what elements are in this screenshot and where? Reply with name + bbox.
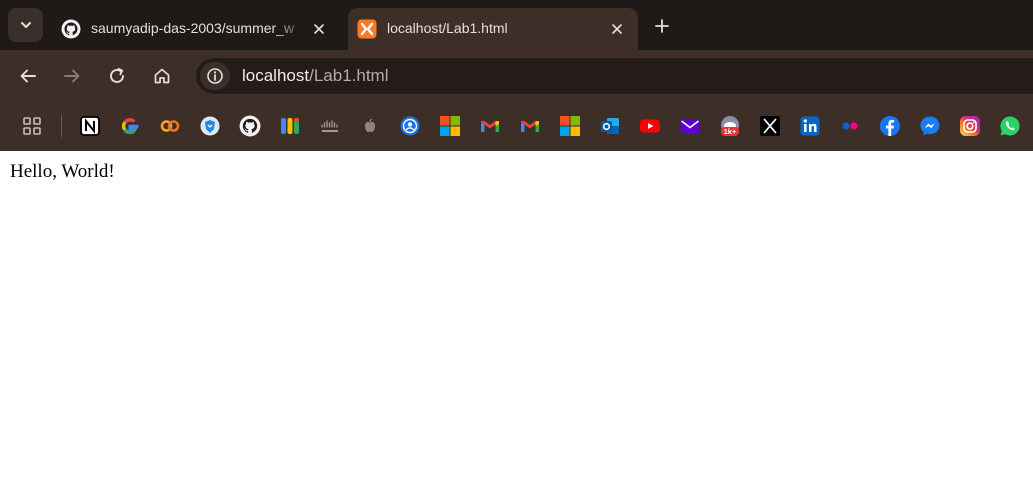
address-bar[interactable]: localhost/Lab1.html xyxy=(196,58,1033,94)
bookmark-brave[interactable] xyxy=(198,114,222,138)
svg-text:1k+: 1k+ xyxy=(724,127,737,136)
microsoft-icon xyxy=(440,116,460,136)
bookmark-flickr[interactable] xyxy=(838,114,862,138)
toolbar: localhost/Lab1.html xyxy=(0,50,1033,102)
info-icon xyxy=(207,68,223,84)
bookmark-google-meet[interactable] xyxy=(278,114,302,138)
bookmark-reddit[interactable]: 1k+ xyxy=(718,114,742,138)
account-icon xyxy=(400,116,420,136)
reload-button[interactable] xyxy=(102,61,132,91)
reddit-icon: 1k+ xyxy=(721,116,739,136)
outlook-icon xyxy=(601,118,619,134)
instagram-icon xyxy=(960,116,980,136)
tab-github[interactable]: saumyadip-das-2003/summer_w xyxy=(52,8,340,50)
youtube-icon xyxy=(640,119,660,133)
bookmark-apple[interactable] xyxy=(358,114,382,138)
brave-icon xyxy=(200,116,220,136)
bookmark-microsoft[interactable] xyxy=(438,114,462,138)
google-icon xyxy=(121,118,139,135)
back-button[interactable] xyxy=(13,61,43,91)
cisco-icon xyxy=(321,120,338,132)
reload-icon xyxy=(110,67,124,83)
coursera-icon xyxy=(160,120,180,132)
gmail-icon xyxy=(481,121,499,132)
bookmark-messenger[interactable] xyxy=(918,114,942,138)
bookmark-notion[interactable] xyxy=(78,114,102,138)
bookmark-outlook[interactable] xyxy=(598,114,622,138)
bookmark-instagram[interactable] xyxy=(958,114,982,138)
page-content: Hello, World! xyxy=(0,151,1033,500)
messenger-icon xyxy=(920,116,940,136)
whatsapp-icon xyxy=(1000,116,1020,136)
bookmark-coursera[interactable] xyxy=(158,114,182,138)
gmail-icon xyxy=(521,121,539,132)
bookmark-cisco[interactable] xyxy=(318,114,342,138)
url-path: /Lab1.html xyxy=(309,66,389,85)
bookmark-facebook[interactable] xyxy=(878,114,902,138)
linkedin-icon xyxy=(800,116,820,136)
bookmark-github[interactable] xyxy=(238,114,262,138)
github-icon xyxy=(239,115,261,137)
yahoo-mail-icon xyxy=(680,120,700,133)
chevron-down-icon xyxy=(20,22,31,28)
page-body-text: Hello, World! xyxy=(10,161,115,182)
bookmark-gmail[interactable] xyxy=(478,114,502,138)
tab-title: localhost/Lab1.html xyxy=(387,20,508,36)
bookmark-whatsapp[interactable] xyxy=(998,114,1022,138)
back-arrow-icon xyxy=(20,69,36,83)
bookmark-google[interactable] xyxy=(118,114,142,138)
new-tab-button[interactable] xyxy=(648,12,676,40)
bookmarks-divider xyxy=(61,115,62,137)
site-info-button[interactable] xyxy=(200,62,230,90)
tab-title: saumyadip-das-2003/summer_w xyxy=(91,20,295,36)
microsoft-icon xyxy=(560,116,580,136)
google-meet-icon xyxy=(281,118,299,134)
tab-localhost[interactable]: localhost/Lab1.html xyxy=(348,8,638,50)
xampp-icon xyxy=(357,19,377,39)
forward-arrow-icon xyxy=(64,69,80,83)
close-icon[interactable] xyxy=(306,16,332,42)
close-icon[interactable] xyxy=(604,16,630,42)
home-button[interactable] xyxy=(147,61,177,91)
url-host: localhost xyxy=(242,66,310,85)
apps-grid-icon xyxy=(23,117,41,135)
apps-button[interactable] xyxy=(20,114,44,138)
bookmark-linkedin[interactable] xyxy=(798,114,822,138)
bookmark-gmail-2[interactable] xyxy=(518,114,542,138)
bookmark-yahoo-mail[interactable] xyxy=(678,114,702,138)
bookmark-youtube[interactable] xyxy=(638,114,662,138)
bookmark-account[interactable] xyxy=(398,114,422,138)
url-text[interactable]: localhost/Lab1.html xyxy=(242,66,389,86)
home-icon xyxy=(154,68,170,84)
notion-icon xyxy=(80,116,100,136)
plus-icon xyxy=(655,19,669,33)
tab-strip: saumyadip-das-2003/summer_w localhost/La… xyxy=(0,0,1033,50)
bookmark-microsoft-2[interactable] xyxy=(558,114,582,138)
x-icon xyxy=(760,116,780,136)
facebook-icon xyxy=(880,116,900,136)
apple-icon xyxy=(364,118,376,132)
bookmarks-bar: 1k+ xyxy=(0,102,1033,151)
github-icon xyxy=(61,19,81,39)
bookmark-x[interactable] xyxy=(758,114,782,138)
forward-button[interactable] xyxy=(57,61,87,91)
tab-search-button[interactable] xyxy=(8,8,43,42)
flickr-icon xyxy=(842,122,858,130)
